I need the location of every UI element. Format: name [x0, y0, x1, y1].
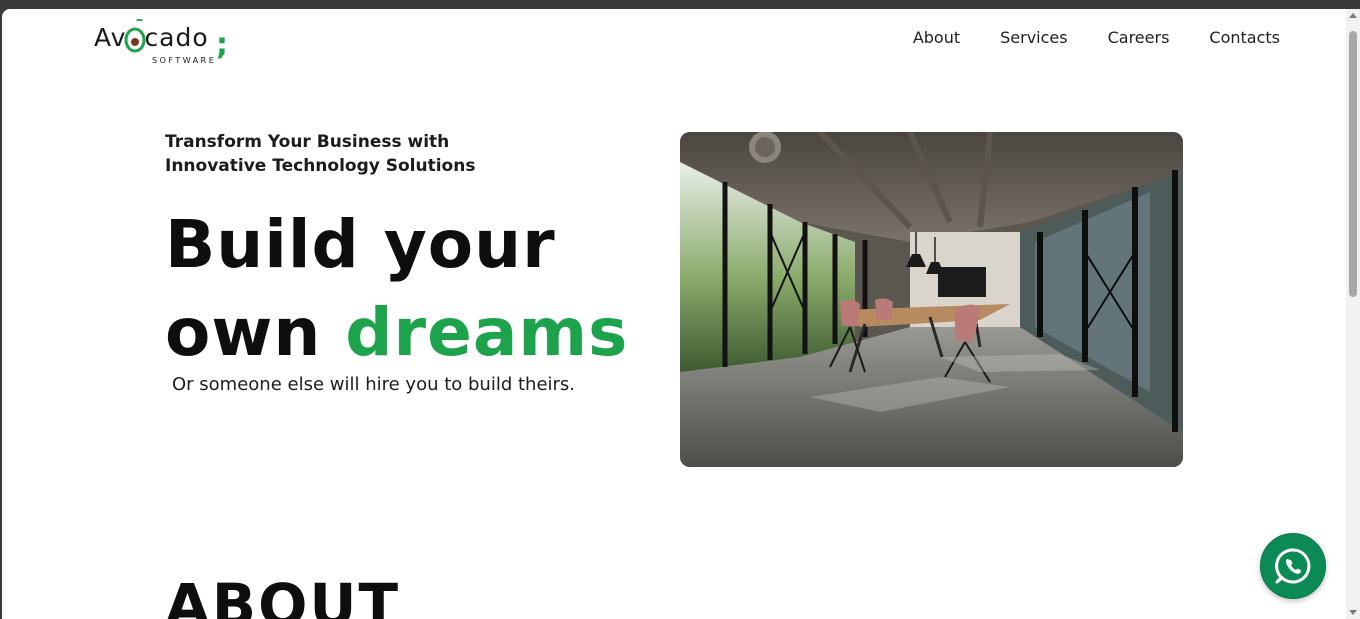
about-heading: ABOUT — [165, 571, 401, 619]
nav-link-careers[interactable]: Careers — [1108, 28, 1170, 47]
nav-link-about[interactable]: About — [913, 28, 960, 47]
brand-logo[interactable]: Av cado SOFTWARE ; — [94, 17, 234, 65]
whatsapp-icon — [1275, 548, 1311, 584]
office-meeting-room-photo — [680, 132, 1183, 467]
nav-link-services[interactable]: Services — [1000, 28, 1067, 47]
headline-highlight: dreams — [345, 294, 629, 371]
logo-wordmark: Av cado — [94, 23, 209, 52]
page-viewport: Av cado SOFTWARE ; About Services Careers… — [2, 9, 1346, 619]
headline-line-1: Build your — [165, 206, 556, 283]
logo-semicolon: ; — [216, 27, 228, 62]
hero-headline: Build your own dreams — [165, 201, 628, 377]
nav-link-contacts[interactable]: Contacts — [1209, 28, 1280, 47]
main-nav: About Services Careers Contacts — [873, 28, 1280, 47]
headline-line-2: own dreams — [165, 289, 628, 377]
avocado-icon — [124, 19, 146, 53]
office-photo-illustration — [680, 132, 1183, 467]
logo-subtitle: SOFTWARE — [152, 56, 217, 65]
hero-tagline: Transform Your Business with Innovative … — [165, 132, 476, 176]
whatsapp-button[interactable] — [1260, 533, 1326, 599]
scroll-thumb[interactable] — [1349, 31, 1357, 297]
scroll-up-arrow-icon[interactable] — [1349, 13, 1357, 18]
hero-subline: Or someone else will hire you to build t… — [172, 374, 576, 395]
scroll-down-arrow-icon[interactable] — [1349, 610, 1357, 615]
headline-line-2-prefix: own — [165, 294, 346, 371]
page-scrollbar[interactable] — [1346, 9, 1360, 619]
